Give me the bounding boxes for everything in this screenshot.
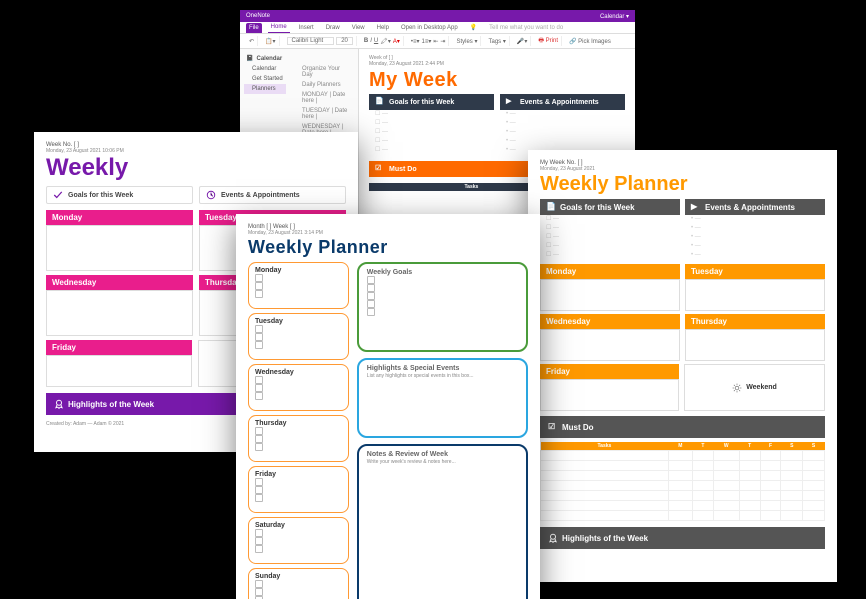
mon-box: Monday — [248, 262, 349, 309]
thu-header: Thursday — [685, 314, 825, 329]
open-desktop[interactable]: Open in Desktop App — [398, 23, 461, 33]
numbering-btn[interactable]: 1≡▾ — [422, 38, 432, 45]
nav-page[interactable]: TUESDAY | Date here | — [286, 106, 354, 122]
date-line: Monday, 23 August 2021 — [540, 166, 825, 172]
highlight-btn[interactable]: 🖍▾ — [380, 38, 391, 45]
indent-btn[interactable]: ⇥ — [440, 38, 445, 45]
font-name[interactable]: Calibri Light — [287, 37, 335, 45]
nav-page[interactable]: Daily Planners — [286, 80, 354, 90]
tab-help[interactable]: Help — [374, 23, 392, 33]
events-header: ▶Events & Appointments — [500, 94, 625, 110]
nav-section-getstarted[interactable]: Get Started — [244, 74, 286, 84]
fri-box: Friday — [248, 466, 349, 513]
share-btn[interactable]: 🔗 Pick Images — [569, 38, 611, 45]
sun-icon — [732, 383, 742, 393]
wed-header: Wednesday — [540, 314, 680, 329]
bullets-btn[interactable]: •≡▾ — [411, 38, 420, 45]
thu-box — [685, 329, 825, 361]
fri-header: Friday — [46, 340, 192, 355]
orange-planner-card: My Week No. [ ] Monday, 23 August 2021 W… — [528, 150, 837, 582]
highlights-box: Highlights & Special Events List any hig… — [357, 358, 528, 438]
ribbon-tabs: File Home Insert Draw View Help Open in … — [240, 22, 635, 34]
tags-btn[interactable]: Tags ▾ — [488, 38, 505, 45]
card-title: Weekly Planner — [248, 238, 528, 256]
mon-box — [46, 225, 193, 271]
goals-header: 📄Goals for this Week — [369, 94, 494, 110]
date-line: Monday, 23 August 2021 3:14 PM — [248, 230, 528, 236]
tab-draw[interactable]: Draw — [323, 23, 343, 33]
print-btn[interactable]: 🖶 Print — [538, 36, 558, 46]
sun-box: Sunday — [248, 568, 349, 599]
goals-header: 📄Goals for this Week — [540, 199, 680, 215]
tue-box — [685, 279, 825, 311]
underline-btn[interactable]: U — [374, 38, 378, 44]
font-color-btn[interactable]: A▾ — [393, 38, 400, 45]
nav-section-planners[interactable]: Planners — [244, 84, 286, 94]
wed-box: Wednesday — [248, 364, 349, 411]
onenote-titlebar: OneNote Calendar ▾ — [240, 10, 635, 22]
events-list: • —• —• —• —• — — [685, 215, 825, 260]
card-title: Weekly — [46, 156, 346, 180]
sat-box: Saturday — [248, 517, 349, 564]
fri-box — [46, 355, 192, 387]
wed-box — [540, 329, 680, 361]
weekly-goals-box: Weekly Goals — [357, 262, 528, 352]
tab-insert[interactable]: Insert — [296, 23, 317, 33]
page-date: Monday, 23 August 2021 2:44 PM — [369, 61, 625, 67]
goals-list: ☐ —☐ —☐ —☐ —☐ — — [540, 215, 680, 260]
fri-header: Friday — [540, 364, 679, 379]
tell-me[interactable]: Tell me what you want to do — [486, 23, 566, 33]
card-title: Weekly Planner — [540, 174, 825, 194]
check-icon — [53, 190, 63, 200]
tue-box: Tuesday — [248, 313, 349, 360]
mon-header: Monday — [540, 264, 680, 279]
tab-view[interactable]: View — [349, 23, 368, 33]
mon-header: Monday — [46, 210, 193, 225]
nav-page[interactable]: Organize Your Day — [286, 64, 354, 80]
tue-header: Tuesday — [685, 264, 825, 279]
events-list: • —• —• —• —• — — [500, 110, 625, 155]
nav-notebook[interactable]: 📓 Calendar — [244, 53, 354, 64]
thu-box: Thursday — [248, 415, 349, 462]
mustdo-header: ☑Must Do — [540, 416, 825, 438]
undo-btn[interactable]: ↶ — [246, 36, 258, 46]
events-header: ▶Events & Appointments — [685, 199, 825, 215]
events-header: Events & Appointments — [199, 186, 346, 204]
app-name: OneNote — [246, 13, 270, 19]
nav-section-calendar[interactable]: Calendar — [244, 64, 286, 74]
clock-icon — [206, 190, 216, 200]
center-planner-card: Month [ ] Week [ ] Monday, 23 August 202… — [236, 214, 540, 599]
goals-header: Goals for this Week — [46, 186, 193, 204]
nav-page[interactable]: MONDAY | Date here | — [286, 90, 354, 106]
goals-list: ☐ —☐ —☐ —☐ —☐ — — [369, 110, 494, 155]
notes-box: Notes & Review of Week Write your week's… — [357, 444, 528, 599]
wed-box — [46, 290, 193, 336]
notebook-picker[interactable]: Calendar ▾ — [600, 13, 629, 20]
fri-box — [540, 379, 679, 411]
weekend-box: Weekend — [684, 364, 825, 411]
ribbon-icon — [548, 533, 558, 543]
wed-header: Wednesday — [46, 275, 193, 290]
tab-file[interactable]: File — [246, 23, 262, 33]
font-size[interactable]: 20 — [336, 37, 353, 45]
styles-btn[interactable]: Styles ▾ — [456, 38, 477, 45]
page-title: My Week — [369, 70, 625, 90]
mon-box — [540, 279, 680, 311]
bold-btn[interactable]: B — [364, 38, 368, 44]
highlights-header: Highlights of the Week — [540, 527, 825, 549]
ribbon-toolbar: ↶ 📋▾ Calibri Light20 B I U 🖍▾ A▾ •≡▾ 1≡▾… — [240, 34, 635, 49]
tab-home[interactable]: Home — [268, 22, 290, 33]
italic-btn[interactable]: I — [370, 38, 372, 44]
outdent-btn[interactable]: ⇤ — [433, 38, 438, 45]
tasks-table: TasksMTWTFSS — [540, 442, 825, 521]
ribbon-icon — [54, 399, 64, 409]
clipboard[interactable]: 📋▾ — [262, 36, 279, 46]
dictate-btn[interactable]: 🎤▾ — [517, 38, 527, 45]
